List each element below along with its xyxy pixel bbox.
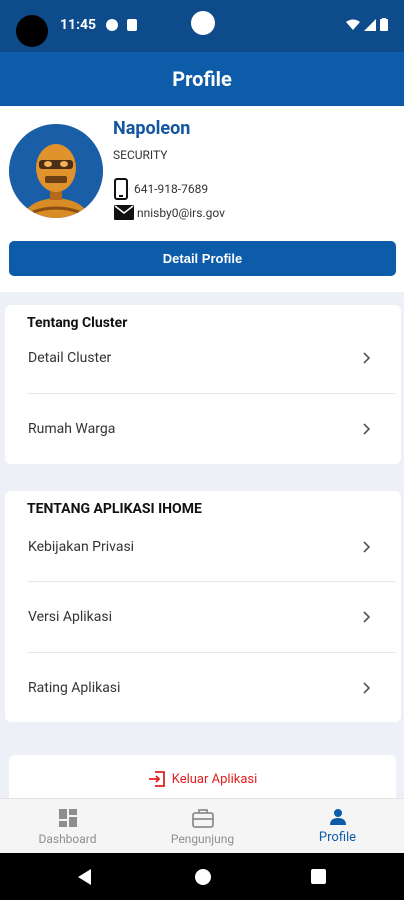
- system-navigation-bar: [0, 853, 404, 900]
- nav-profile[interactable]: Profile: [270, 799, 404, 854]
- profile-email: nnisby0@irs.gov: [137, 205, 225, 220]
- phone-icon: [114, 178, 128, 200]
- logout-button[interactable]: Keluar Aplikasi: [9, 755, 396, 803]
- profile-phone: 641-918-7689: [134, 182, 209, 196]
- nav-dashboard[interactable]: Dashboard: [0, 799, 135, 854]
- phone-row: 641-918-7689: [114, 178, 208, 200]
- system-indicators: [346, 18, 388, 31]
- nav-pengunjung-label: Pengunjung: [170, 831, 235, 846]
- camera-cutout: [16, 15, 48, 47]
- profile-role: SECURITY: [113, 148, 168, 162]
- detail-cluster-item[interactable]: Detail Cluster: [5, 323, 401, 393]
- mail-icon: [114, 205, 134, 220]
- recent-apps-icon[interactable]: [311, 869, 326, 884]
- chevron-right-icon: [363, 423, 371, 435]
- rumah-warga-label: Rumah Warga: [28, 421, 116, 437]
- chevron-right-icon: [363, 352, 371, 364]
- bottom-navigation: Dashboard Pengunjung Profile: [0, 798, 404, 853]
- data-saver-icon: [106, 19, 118, 31]
- logout-label: Keluar Aplikasi: [171, 771, 258, 787]
- avatar: [9, 124, 103, 218]
- battery-icon: [380, 18, 388, 31]
- wifi-icon: [346, 19, 360, 30]
- chevron-right-icon: [363, 541, 371, 553]
- nav-dashboard-label: Dashboard: [38, 831, 97, 846]
- dashboard-icon: [58, 808, 77, 827]
- chevron-right-icon: [363, 682, 371, 694]
- rating-aplikasi-item[interactable]: Rating Aplikasi: [5, 653, 401, 723]
- email-row: nnisby0@irs.gov: [114, 205, 225, 220]
- page-title: Profile: [172, 67, 232, 91]
- profile-name: Napoleon: [113, 118, 191, 139]
- person-icon: [329, 809, 346, 825]
- rating-aplikasi-label: Rating Aplikasi: [28, 680, 121, 696]
- briefcase-icon: [191, 808, 214, 828]
- cluster-section: Tentang Cluster Detail Cluster Rumah War…: [5, 305, 401, 464]
- kebijakan-privasi-item[interactable]: Kebijakan Privasi: [5, 512, 401, 582]
- logout-icon: [148, 771, 165, 787]
- profile-card: Napoleon SECURITY 641-918-7689 nnisby0@i…: [0, 106, 404, 292]
- detail-profile-button[interactable]: Detail Profile: [9, 241, 396, 276]
- home-icon[interactable]: [195, 869, 211, 885]
- sim-card-icon: [127, 19, 137, 31]
- nav-profile-label: Profile: [318, 830, 357, 845]
- app-section: TENTANG APLIKASI IHOME Kebijakan Privasi…: [5, 491, 401, 722]
- app-bar: Profile: [0, 52, 404, 106]
- status-bar: 11:45: [0, 0, 404, 52]
- versi-aplikasi-label: Versi Aplikasi: [28, 609, 113, 625]
- back-icon[interactable]: [78, 869, 91, 885]
- kebijakan-privasi-label: Kebijakan Privasi: [28, 539, 135, 555]
- signal-icon: [364, 18, 376, 31]
- nav-pengunjung[interactable]: Pengunjung: [135, 799, 270, 854]
- status-time: 11:45: [60, 17, 97, 33]
- versi-aplikasi-item[interactable]: Versi Aplikasi: [5, 582, 401, 652]
- front-camera-dot: [191, 11, 215, 35]
- detail-cluster-label: Detail Cluster: [28, 350, 112, 366]
- chevron-right-icon: [363, 611, 371, 623]
- rumah-warga-item[interactable]: Rumah Warga: [5, 394, 401, 464]
